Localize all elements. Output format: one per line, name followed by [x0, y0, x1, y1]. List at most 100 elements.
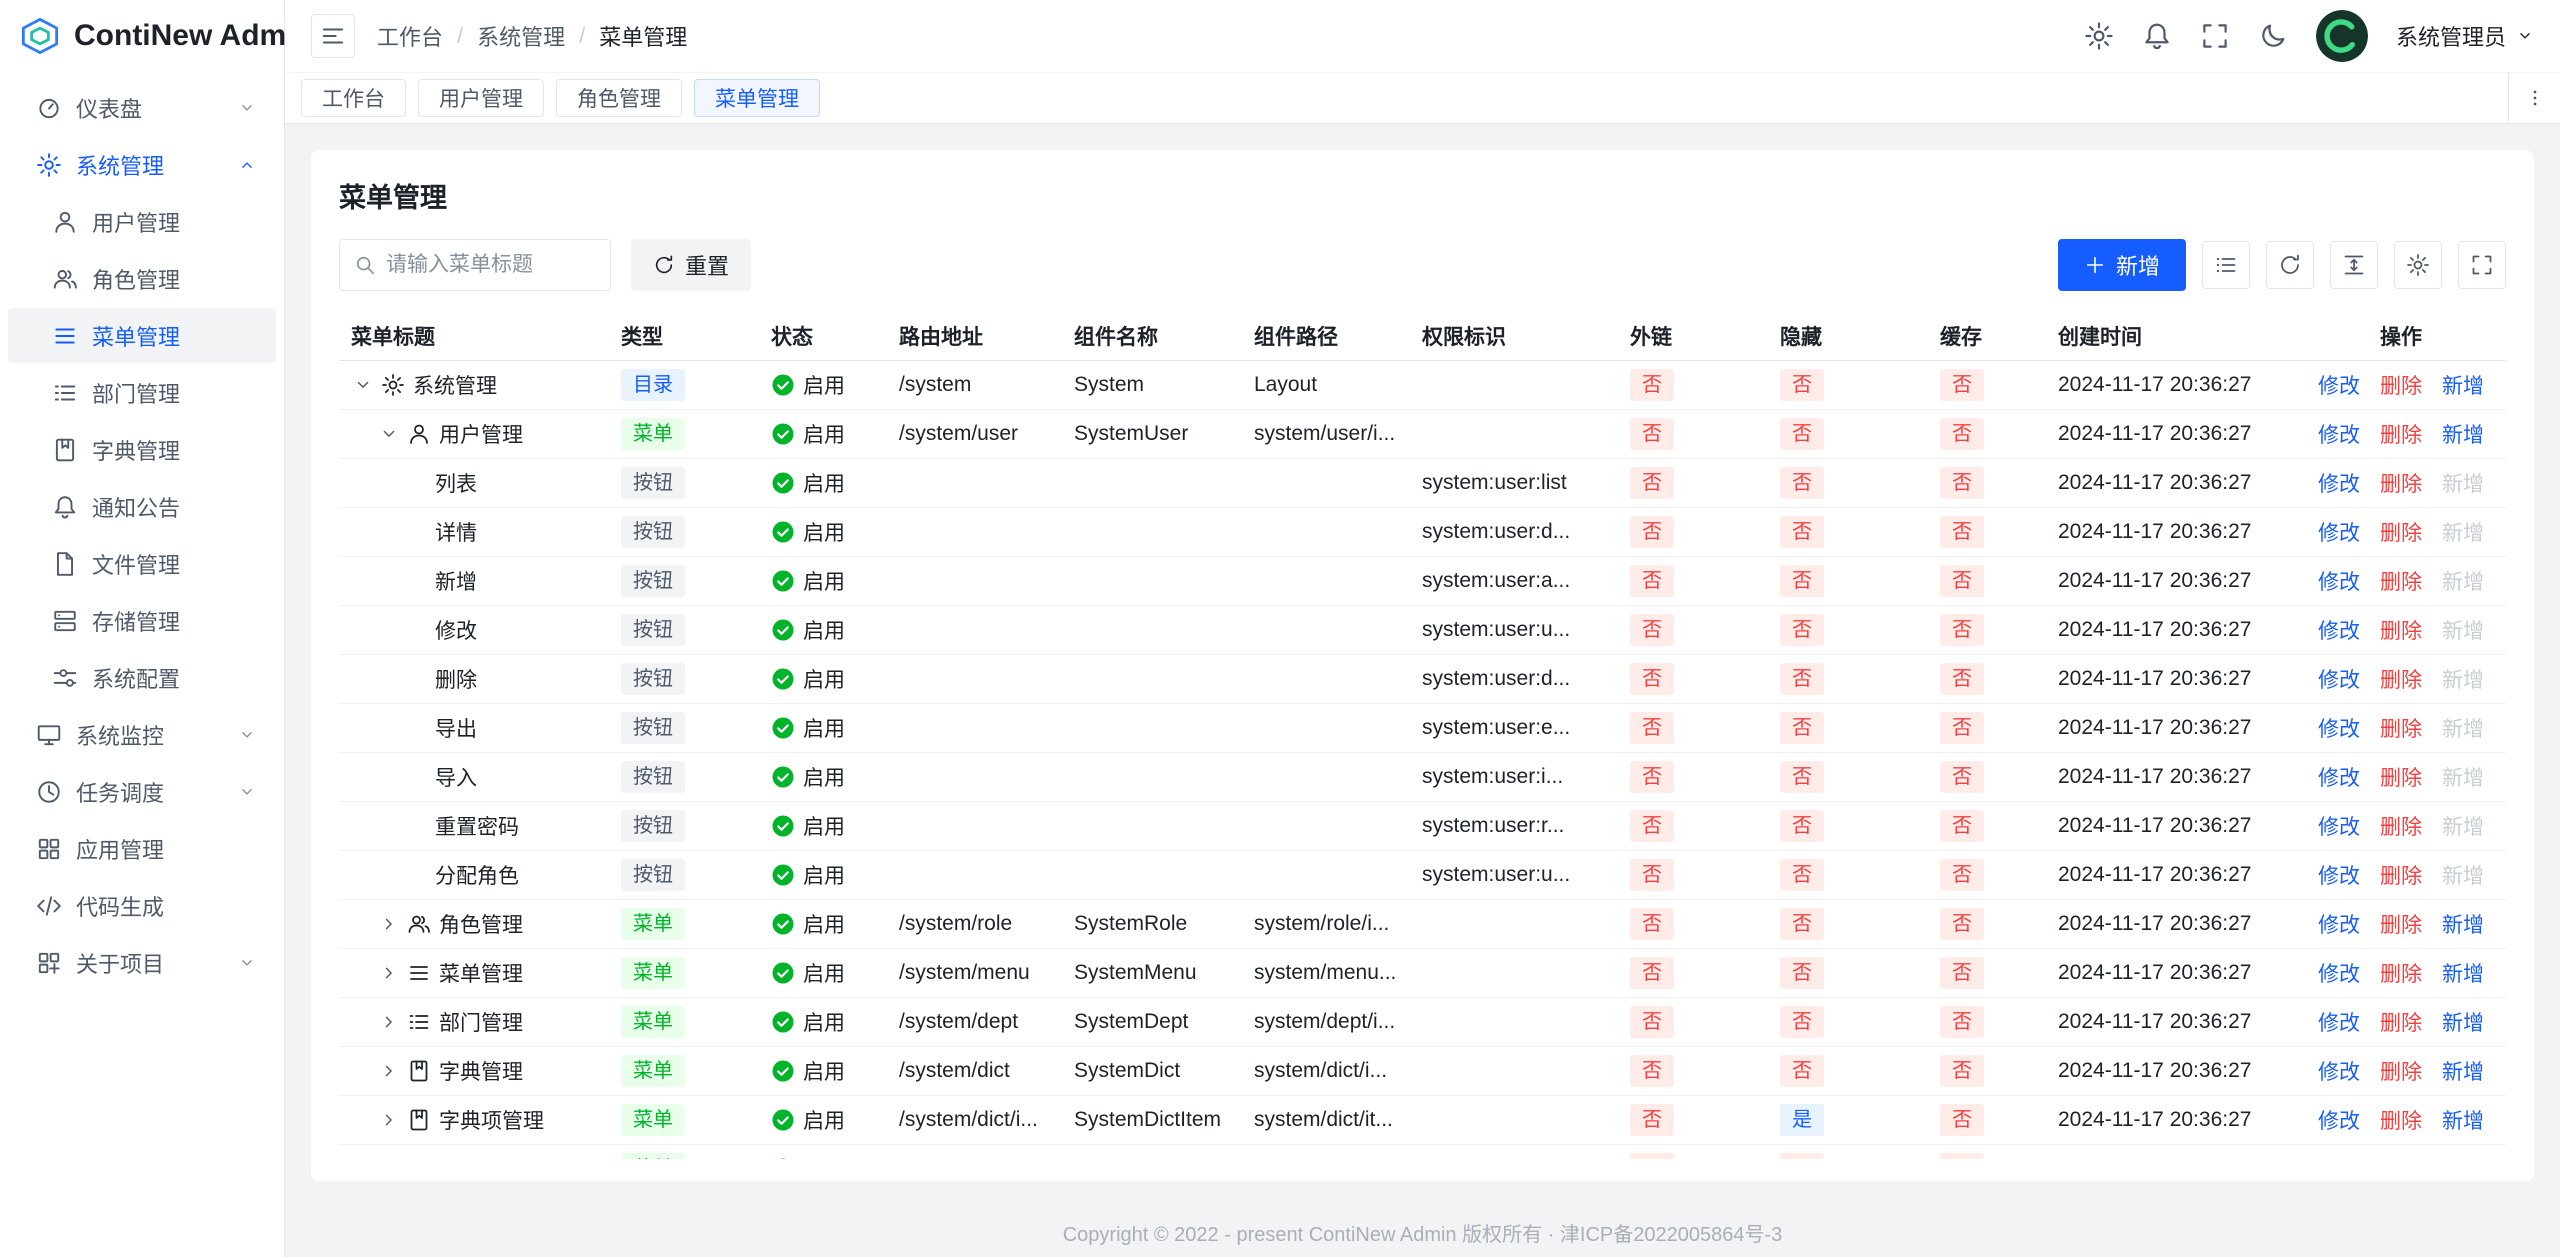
- delete-link[interactable]: 删除: [2372, 566, 2430, 596]
- delete-link[interactable]: 删除: [2372, 909, 2430, 939]
- delete-link[interactable]: 删除: [2372, 370, 2430, 400]
- chevron-right-icon[interactable]: [379, 963, 399, 983]
- table-fullscreen-button[interactable]: [2458, 241, 2506, 289]
- delete-link[interactable]: 删除: [2372, 517, 2430, 547]
- add-button[interactable]: 新增: [2058, 239, 2186, 291]
- add-link[interactable]: 新增: [2434, 1154, 2492, 1159]
- delete-link[interactable]: 删除: [2372, 1007, 2430, 1037]
- modify-link[interactable]: 修改: [2310, 860, 2368, 890]
- chevron-down-icon[interactable]: [353, 375, 373, 395]
- modify-link[interactable]: 修改: [2310, 664, 2368, 694]
- cache-badge: 否: [1940, 1006, 1984, 1038]
- delete-link[interactable]: 删除: [2372, 958, 2430, 988]
- sidebar-item-user[interactable]: 用户管理: [8, 194, 276, 249]
- add-link[interactable]: 新增: [2434, 860, 2492, 890]
- add-link[interactable]: 新增: [2434, 762, 2492, 792]
- user-menu[interactable]: 系统管理员: [2396, 20, 2534, 52]
- sidebar-item-dict[interactable]: 字典管理: [8, 422, 276, 477]
- refresh-button[interactable]: [2266, 241, 2314, 289]
- settings-icon[interactable]: [2084, 21, 2114, 51]
- add-link[interactable]: 新增: [2434, 419, 2492, 449]
- modify-link[interactable]: 修改: [2310, 517, 2368, 547]
- avatar[interactable]: [2316, 10, 2368, 62]
- delete-link[interactable]: 删除: [2372, 1056, 2430, 1086]
- delete-link[interactable]: 删除: [2372, 1105, 2430, 1135]
- cell-actions: 修改删除新增: [2296, 508, 2506, 556]
- search-input[interactable]: [386, 253, 596, 277]
- tab-workbench[interactable]: 工作台: [301, 79, 406, 117]
- modify-link[interactable]: 修改: [2310, 370, 2368, 400]
- sidebar-item-notice[interactable]: 通知公告: [8, 479, 276, 534]
- modify-link[interactable]: 修改: [2310, 468, 2368, 498]
- delete-link[interactable]: 删除: [2372, 664, 2430, 694]
- add-link[interactable]: 新增: [2434, 615, 2492, 645]
- view-list-button[interactable]: [2202, 241, 2250, 289]
- sidebar-item-dept[interactable]: 部门管理: [8, 365, 276, 420]
- delete-link[interactable]: 删除: [2372, 1154, 2430, 1159]
- modify-link[interactable]: 修改: [2310, 566, 2368, 596]
- delete-link[interactable]: 删除: [2372, 468, 2430, 498]
- add-link[interactable]: 新增: [2434, 811, 2492, 841]
- delete-link[interactable]: 删除: [2372, 713, 2430, 743]
- chevron-down-icon[interactable]: [379, 424, 399, 444]
- add-link[interactable]: 新增: [2434, 468, 2492, 498]
- delete-link[interactable]: 删除: [2372, 762, 2430, 792]
- dark-mode-icon[interactable]: [2258, 21, 2288, 51]
- modify-link[interactable]: 修改: [2310, 1007, 2368, 1037]
- breadcrumb-item[interactable]: 工作台: [377, 20, 443, 52]
- chevron-right-icon[interactable]: [379, 1110, 399, 1130]
- sidebar-item-about[interactable]: 关于项目: [8, 935, 276, 990]
- reset-button[interactable]: 重置: [631, 239, 751, 291]
- notifications-icon[interactable]: [2142, 21, 2172, 51]
- delete-link[interactable]: 删除: [2372, 615, 2430, 645]
- chevron-right-icon[interactable]: [379, 1012, 399, 1032]
- delete-link[interactable]: 删除: [2372, 811, 2430, 841]
- delete-link[interactable]: 删除: [2372, 419, 2430, 449]
- add-link[interactable]: 新增: [2434, 664, 2492, 694]
- add-link[interactable]: 新增: [2434, 517, 2492, 547]
- modify-link[interactable]: 修改: [2310, 1154, 2368, 1159]
- sidebar-item-dashboard[interactable]: 仪表盘: [8, 80, 276, 135]
- fullscreen-icon[interactable]: [2200, 21, 2230, 51]
- tab-more-button[interactable]: [2508, 72, 2560, 124]
- sidebar-item-codegen[interactable]: 代码生成: [8, 878, 276, 933]
- add-link[interactable]: 新增: [2434, 909, 2492, 939]
- sidebar-item-monitor[interactable]: 系统监控: [8, 707, 276, 762]
- tab-menu[interactable]: 菜单管理: [694, 79, 820, 117]
- column-settings-button[interactable]: [2394, 241, 2442, 289]
- chevron-right-icon[interactable]: [379, 914, 399, 934]
- breadcrumb-item[interactable]: 系统管理: [477, 20, 565, 52]
- add-link[interactable]: 新增: [2434, 370, 2492, 400]
- modify-link[interactable]: 修改: [2310, 958, 2368, 988]
- sidebar-item-file[interactable]: 文件管理: [8, 536, 276, 591]
- row-height-button[interactable]: [2330, 241, 2378, 289]
- modify-link[interactable]: 修改: [2310, 713, 2368, 743]
- chevron-right-icon[interactable]: [379, 1061, 399, 1081]
- add-link[interactable]: 新增: [2434, 566, 2492, 596]
- tab-role[interactable]: 角色管理: [556, 79, 682, 117]
- modify-link[interactable]: 修改: [2310, 615, 2368, 645]
- add-link[interactable]: 新增: [2434, 1007, 2492, 1037]
- add-link[interactable]: 新增: [2434, 1056, 2492, 1086]
- header-actions: 系统管理员: [2084, 10, 2534, 62]
- modify-link[interactable]: 修改: [2310, 1105, 2368, 1135]
- sidebar-item-app[interactable]: 应用管理: [8, 821, 276, 876]
- add-link[interactable]: 新增: [2434, 958, 2492, 988]
- modify-link[interactable]: 修改: [2310, 909, 2368, 939]
- modify-link[interactable]: 修改: [2310, 419, 2368, 449]
- collapse-sidebar-button[interactable]: [311, 14, 355, 58]
- modify-link[interactable]: 修改: [2310, 1056, 2368, 1086]
- modify-link[interactable]: 修改: [2310, 811, 2368, 841]
- sidebar-item-role[interactable]: 角色管理: [8, 251, 276, 306]
- modify-link[interactable]: 修改: [2310, 762, 2368, 792]
- tab-user[interactable]: 用户管理: [418, 79, 544, 117]
- add-link[interactable]: 新增: [2434, 1105, 2492, 1135]
- column-header-hidden: 隐藏: [1768, 321, 1928, 351]
- sidebar-item-menu[interactable]: 菜单管理: [8, 308, 276, 363]
- sidebar-item-config[interactable]: 系统配置: [8, 650, 276, 705]
- sidebar-item-storage[interactable]: 存储管理: [8, 593, 276, 648]
- add-link[interactable]: 新增: [2434, 713, 2492, 743]
- sidebar-item-schedule[interactable]: 任务调度: [8, 764, 276, 819]
- sidebar-item-system[interactable]: 系统管理: [8, 137, 276, 192]
- delete-link[interactable]: 删除: [2372, 860, 2430, 890]
